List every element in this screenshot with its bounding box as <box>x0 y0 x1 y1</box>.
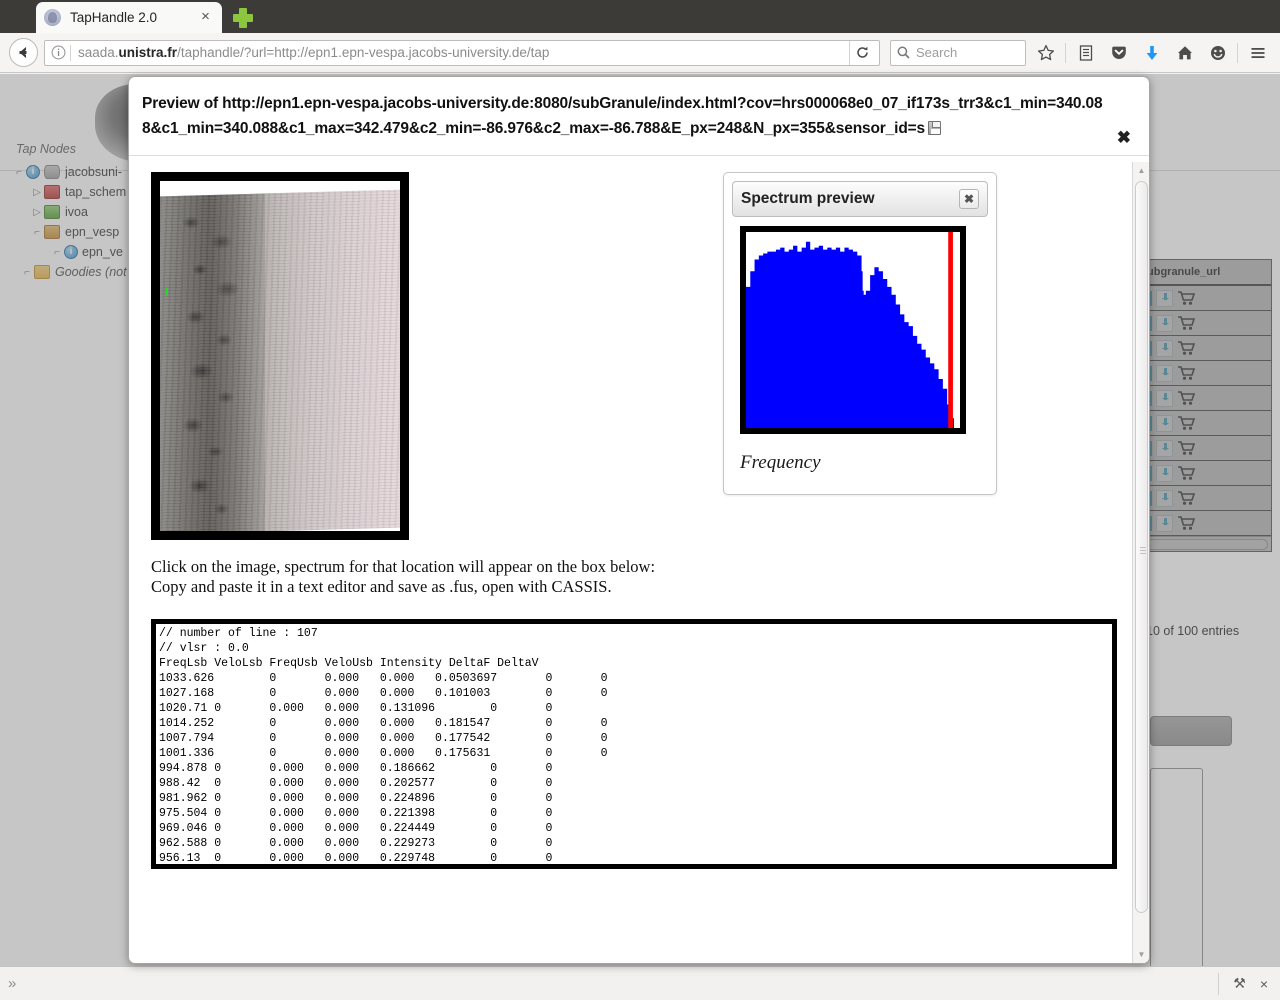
scrollbar-grip <box>1140 547 1146 554</box>
satellite-image <box>154 189 400 534</box>
browser-window: TapHandle 2.0 × saada.unistra.fr/taphand… <box>0 0 1280 1000</box>
browser-tab[interactable]: TapHandle 2.0 × <box>36 2 222 33</box>
reload-button[interactable] <box>849 40 875 65</box>
home-icon[interactable] <box>1171 39 1198 67</box>
developer-toolbar: » ⚒ × <box>0 966 1280 1000</box>
close-icon[interactable]: × <box>197 9 214 26</box>
spectrum-preview-panel: Spectrum preview ✖ Frequency <box>723 172 997 495</box>
close-icon[interactable]: ✖ <box>959 189 979 209</box>
toolbar-separator <box>1065 42 1066 63</box>
image-scanline-texture <box>160 189 400 531</box>
hamburger-menu-icon[interactable] <box>1244 39 1271 67</box>
reload-icon <box>857 46 868 58</box>
instructions-text: Click on the image, spectrum for that lo… <box>151 557 1120 597</box>
tab-strip: TapHandle 2.0 × <box>0 0 1280 33</box>
scroll-up-icon[interactable]: ▲ <box>1133 162 1149 179</box>
devtools-actions: ⚒ × <box>1218 972 1272 995</box>
url-separator <box>70 44 71 61</box>
scroll-down-icon[interactable]: ▼ <box>1133 946 1149 963</box>
wrench-icon[interactable]: ⚒ <box>1233 975 1246 992</box>
dialog-header: Preview of http://epn1.epn-vespa.jacobs-… <box>129 77 1149 156</box>
instruction-line-2: Copy and paste it in a text editor and s… <box>151 577 612 596</box>
dialog-body: Spectrum preview ✖ Frequency Click on th… <box>129 156 1149 963</box>
navigation-toolbar: saada.unistra.fr/taphandle/?url=http://e… <box>0 33 1280 73</box>
url-prefix: saada. <box>78 45 119 60</box>
toolbar-separator-2 <box>1237 42 1238 63</box>
save-disk-icon[interactable] <box>928 121 942 135</box>
back-button[interactable] <box>9 38 38 67</box>
preview-row: Spectrum preview ✖ Frequency <box>151 172 1120 540</box>
spectrum-panel-title: Spectrum preview <box>741 190 875 207</box>
url-text: saada.unistra.fr/taphandle/?url=http://e… <box>78 45 849 60</box>
spectrum-panel-header: Spectrum preview ✖ <box>732 181 988 217</box>
new-tab-button[interactable] <box>232 7 254 29</box>
bookmark-star-icon[interactable] <box>1032 39 1059 67</box>
spectrum-chart <box>740 226 966 434</box>
pocket-icon[interactable] <box>1105 39 1132 67</box>
tab-title: TapHandle 2.0 <box>70 10 158 25</box>
dialog-title-text: Preview of http://epn1.epn-vespa.jacobs-… <box>142 95 1103 137</box>
preview-dialog: Preview of http://epn1.epn-vespa.jacobs-… <box>128 76 1150 964</box>
search-input[interactable]: Search <box>890 39 1026 66</box>
spectrum-x-axis-label: Frequency <box>740 452 821 473</box>
site-info-icon[interactable] <box>49 44 67 62</box>
url-path: /taphandle/?url=http://epn1.epn-vespa.ja… <box>177 45 550 60</box>
library-icon[interactable] <box>1072 39 1099 67</box>
back-arrow-icon <box>19 47 27 58</box>
spectrum-data-textbox[interactable]: // number of line : 107 // vlsr : 0.0 Fr… <box>151 619 1117 869</box>
sync-smiley-icon[interactable] <box>1204 39 1231 67</box>
devtools-expand-icon[interactable]: » <box>8 975 16 992</box>
close-icon[interactable]: ✖ <box>1117 129 1131 146</box>
address-bar[interactable]: saada.unistra.fr/taphandle/?url=http://e… <box>44 39 880 66</box>
frequency-marker-line <box>948 232 953 428</box>
scrollbar-thumb[interactable] <box>1135 181 1148 913</box>
search-icon <box>896 45 911 60</box>
instruction-line-1: Click on the image, spectrum for that lo… <box>151 557 656 576</box>
search-placeholder-text: Search <box>916 45 958 60</box>
taphandle-favicon-icon <box>44 9 61 26</box>
dialog-content: Spectrum preview ✖ Frequency Click on th… <box>129 162 1132 963</box>
dialog-scrollbar[interactable]: ▲ ▼ <box>1132 162 1149 963</box>
downloads-icon[interactable] <box>1138 39 1165 67</box>
url-domain: unistra.fr <box>118 45 178 60</box>
spectrum-data-text: // number of line : 107 // vlsr : 0.0 Fr… <box>159 627 608 865</box>
selected-pixel-marker <box>166 288 168 296</box>
dialog-title: Preview of http://epn1.epn-vespa.jacobs-… <box>142 91 1107 141</box>
hyperspectral-image-preview[interactable] <box>151 172 409 540</box>
image-left-edge <box>154 196 160 534</box>
spectrum-plot-svg <box>746 232 960 428</box>
close-icon[interactable]: × <box>1260 976 1268 992</box>
